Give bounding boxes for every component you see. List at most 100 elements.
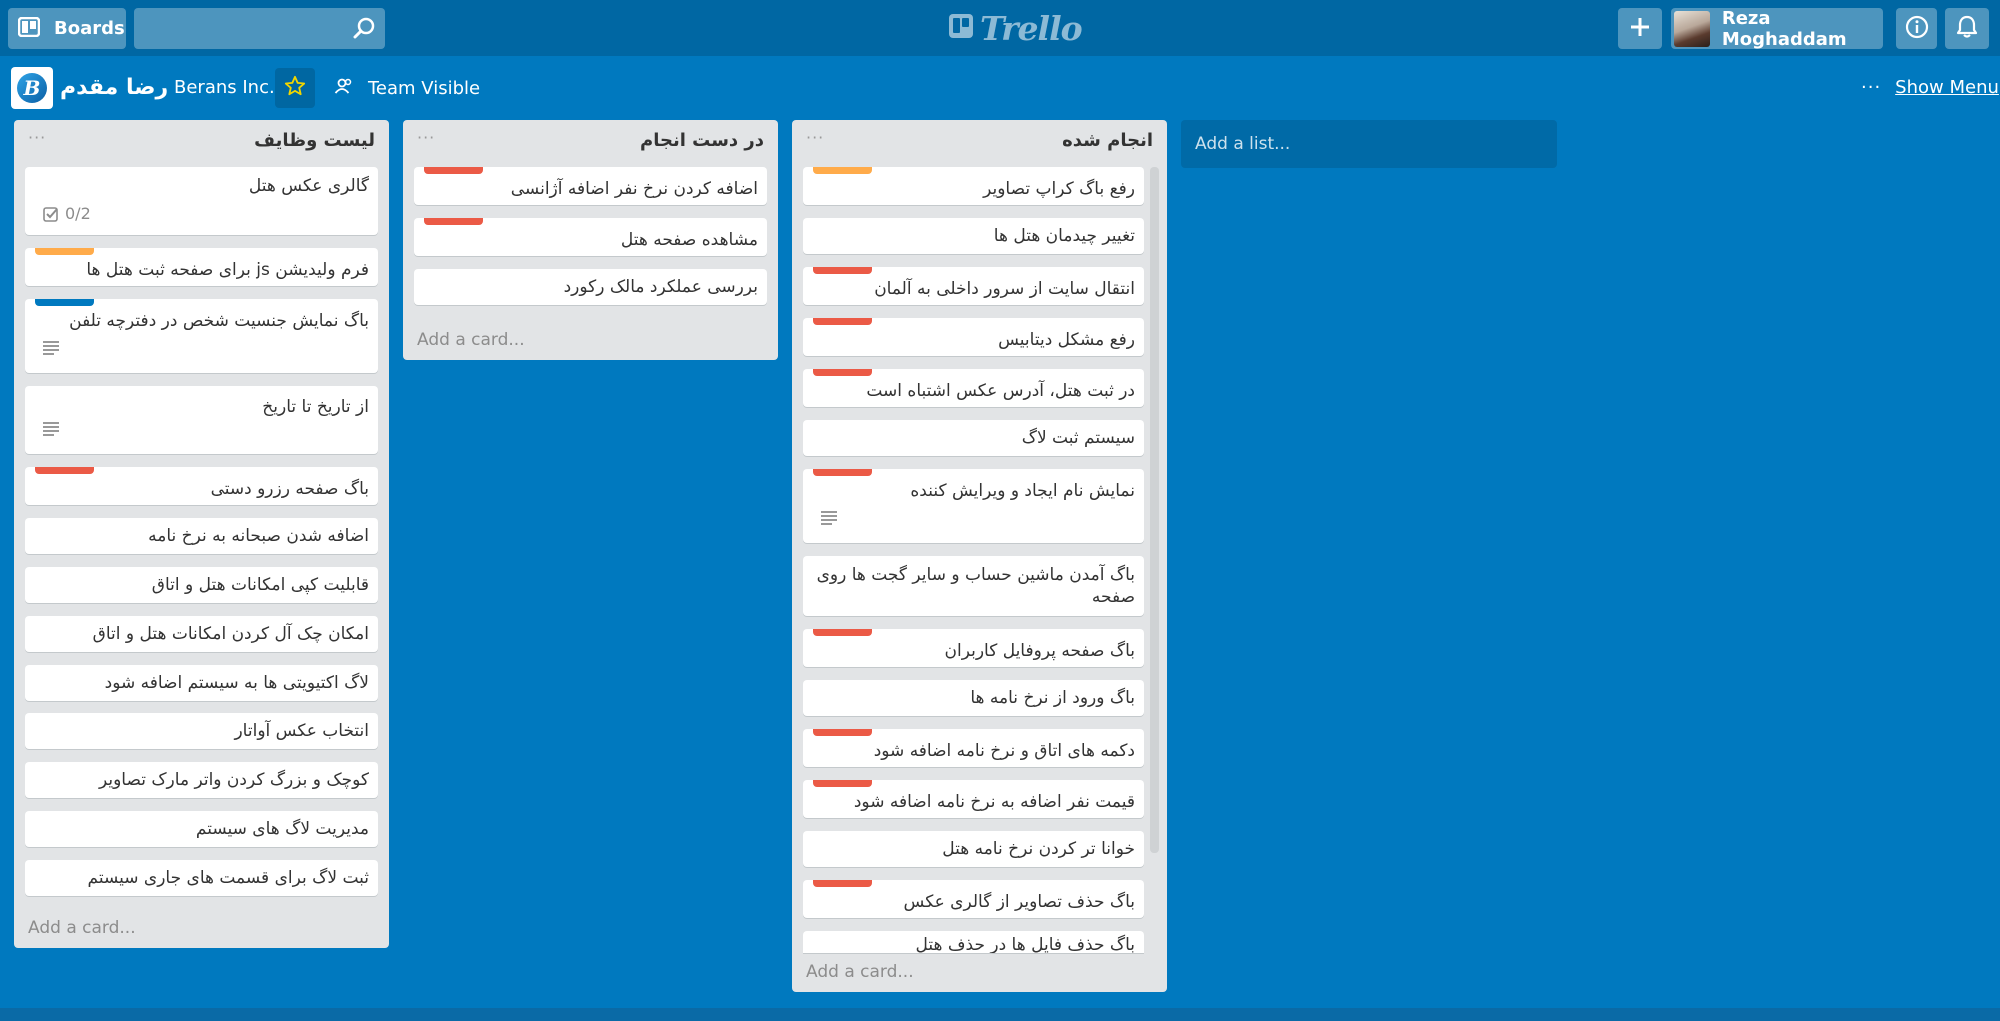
list-done[interactable]: انجام شده ··· رفع باگ کراپ تصاویر تغییر … [792, 120, 1167, 992]
card[interactable]: انتقال سایت از سرور داخلی به آلمان [803, 267, 1144, 305]
card[interactable]: انتخاب عکس آواتار [25, 713, 378, 749]
visibility-button[interactable]: Team Visible [334, 77, 480, 100]
card[interactable]: رفع باگ کراپ تصاویر [803, 167, 1144, 205]
search-icon[interactable] [353, 16, 377, 44]
card-label-red [35, 467, 94, 474]
list-title[interactable]: در دست انجام [640, 130, 764, 151]
card-title: باگ حذف تصاویر از گالری عکس [903, 892, 1135, 912]
card-label-red [813, 369, 872, 376]
card[interactable]: باگ نمایش جنسیت شخص در دفترچه تلفن [25, 299, 378, 373]
description-icon [821, 510, 837, 529]
avatar [1674, 10, 1710, 47]
card[interactable]: باگ حذف فایل ها در حذف هتل [803, 931, 1144, 953]
card[interactable]: خوانا تر کردن نرخ نامه هتل [803, 831, 1144, 867]
visibility-label: Team Visible [368, 78, 481, 99]
card-title: دکمه های اتاق و نرخ نامه اضافه شود [873, 741, 1135, 761]
card[interactable]: باگ حذف تصاویر از گالری عکس [803, 880, 1144, 918]
search-box[interactable] [134, 8, 385, 49]
card-title: از تاریخ تا تاریخ [262, 397, 369, 417]
card[interactable]: امکان چک آل کردن امکانات هتل و اتاق [25, 616, 378, 652]
list-scrollbar[interactable] [1150, 167, 1159, 853]
card[interactable]: کوچک و بزرگ کردن واتر مارک تصاویر [25, 762, 378, 798]
card-title: رفع مشکل دیتابیس [998, 330, 1135, 350]
card-label-red [813, 267, 872, 274]
card[interactable]: لاگ اکتیویتی ها به سیستم اضافه شود [25, 665, 378, 701]
checklist-count: 0/2 [65, 204, 91, 223]
card[interactable]: اضافه شدن صبحانه به نرخ نامه [25, 518, 378, 554]
add-card-button[interactable]: Add a card... [28, 918, 136, 938]
card[interactable]: از تاریخ تا تاریخ [25, 386, 378, 454]
card-label-red [424, 218, 483, 225]
card[interactable]: دکمه های اتاق و نرخ نامه اضافه شود [803, 729, 1144, 767]
card[interactable]: فرم ولیدیشن js برای صفحه ثبت هتل ها [25, 248, 378, 286]
card[interactable]: قیمت نفر اضافه به نرخ نامه اضافه شود [803, 780, 1144, 818]
card[interactable]: باگ صفحه رزرو دستی [25, 467, 378, 505]
card-title: باگ حذف فایل ها در حذف هتل [915, 935, 1135, 953]
card-label-red [813, 629, 872, 636]
card[interactable]: باگ ورود از نرخ نامه ها [803, 680, 1144, 716]
card[interactable]: نمایش نام ایجاد و ویرایش کننده [803, 469, 1144, 543]
card[interactable]: رفع مشکل دیتابیس [803, 318, 1144, 356]
card[interactable]: ثبت لاگ برای قسمت های جاری سیستم [25, 860, 378, 896]
show-menu-label: Show Menu [1895, 77, 1999, 98]
card[interactable]: گالری عکس هتل 0/2 [25, 167, 378, 235]
card[interactable]: سیستم ثبت لاگ [803, 420, 1144, 456]
trello-logo[interactable]: Trello [948, 8, 1083, 48]
team-icon [334, 77, 354, 100]
card-label-red [813, 729, 872, 736]
card-label-orange [813, 167, 872, 174]
boards-icon [17, 16, 41, 41]
trello-logo-icon [948, 13, 974, 43]
list-menu-icon[interactable]: ··· [28, 128, 46, 147]
info-button[interactable] [1896, 8, 1937, 49]
add-card-button[interactable]: Add a card... [417, 330, 525, 350]
boards-button[interactable]: Boards [8, 8, 126, 49]
card[interactable]: باگ آمدن ماشین حساب و سایر گجت ها روی صف… [803, 556, 1144, 616]
trello-logo-text: Trello [980, 8, 1083, 48]
team-logo[interactable]: B [11, 67, 53, 109]
card-title: باگ صفحه پروفایل کاربران [944, 641, 1136, 661]
star-icon [284, 75, 306, 101]
card[interactable]: اضافه کردن نرخ نفر اضافه آژانسی [414, 167, 767, 205]
card[interactable]: مدیریت لاگ های سیستم [25, 811, 378, 847]
card-title: قیمت نفر اضافه به نرخ نامه اضافه شود [853, 792, 1135, 812]
card[interactable]: در ثبت هتل، آدرس عکس اشتباه است [803, 369, 1144, 407]
list-todo[interactable]: لیست وظایف ··· گالری عکس هتل 0/2 فرم ولی… [14, 120, 389, 948]
member-menu-button[interactable]: Reza Moghaddam [1671, 7, 1883, 50]
checklist-badge: 0/2 [43, 204, 91, 223]
member-name: Reza Moghaddam [1721, 7, 1847, 50]
add-button[interactable] [1618, 8, 1662, 49]
card-title: باگ صفحه رزرو دستی [210, 479, 369, 499]
card-label-red [813, 780, 872, 787]
card-title: در ثبت هتل، آدرس عکس اشتباه است [866, 381, 1135, 401]
card[interactable]: قابلیت کپی امکانات هتل و اتاق [25, 567, 378, 603]
card-title: ثبت لاگ برای قسمت های جاری سیستم [87, 868, 369, 888]
description-icon [43, 421, 59, 440]
list-title[interactable]: انجام شده [1062, 130, 1153, 151]
search-input[interactable] [134, 8, 385, 49]
card-title: سیستم ثبت لاگ [1021, 428, 1135, 448]
add-list-button[interactable]: Add a list... [1181, 120, 1557, 168]
board-title[interactable]: رضا مقدم [60, 71, 168, 105]
card[interactable]: مشاهده صفحه هتل [414, 218, 767, 256]
show-menu-button[interactable]: ··· Show Menu [1861, 77, 1999, 98]
card[interactable]: بررسی عملکرد مالک رکورد [414, 269, 767, 305]
card[interactable]: تغییر چیدمان هتل ها [803, 218, 1144, 254]
card-title: انتخاب عکس آواتار [234, 721, 369, 741]
card[interactable]: باگ صفحه پروفایل کاربران [803, 629, 1144, 667]
bell-icon [1955, 15, 1979, 43]
checklist-icon [43, 206, 58, 222]
add-card-button[interactable]: Add a card... [806, 962, 914, 982]
card-title: مدیریت لاگ های سیستم [195, 819, 369, 839]
list-menu-icon[interactable]: ··· [806, 128, 824, 147]
list-in-progress[interactable]: در دست انجام ··· اضافه کردن نرخ نفر اضاف… [403, 120, 778, 360]
board-org-name[interactable]: Berans Inc. [174, 77, 275, 98]
notifications-button[interactable] [1945, 8, 1989, 49]
card-title: قابلیت کپی امکانات هتل و اتاق [151, 575, 369, 595]
list-title[interactable]: لیست وظایف [254, 130, 375, 151]
list-menu-icon[interactable]: ··· [417, 128, 435, 147]
plus-icon [1629, 11, 1651, 46]
star-board-button[interactable] [275, 68, 315, 108]
card-title: نمایش نام ایجاد و ویرایش کننده [910, 481, 1135, 501]
card-label-red [813, 469, 872, 476]
